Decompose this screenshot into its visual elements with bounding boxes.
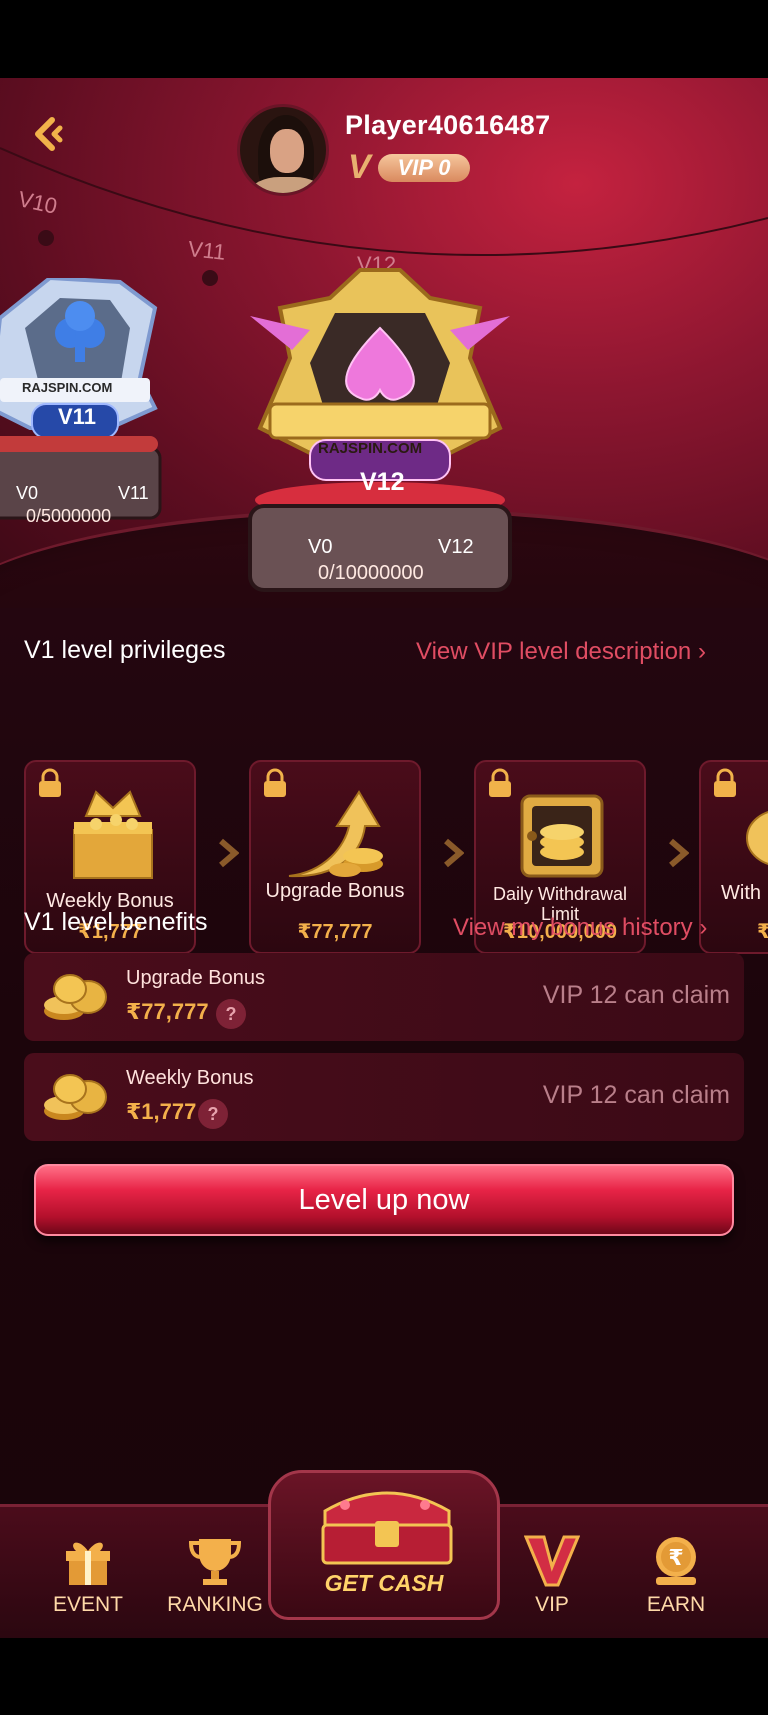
badge-v12-from: V0 <box>308 536 333 558</box>
privilege-label: Upgrade Bonus <box>265 880 405 902</box>
vip-v-icon <box>524 1535 580 1587</box>
gold-coins-icon <box>44 1074 107 1120</box>
chevron-right-icon <box>219 838 239 868</box>
help-icon[interactable]: ? <box>198 1099 228 1129</box>
rupee-coin-icon: ₹ <box>656 1537 696 1585</box>
treasure-chest-icon <box>321 1491 453 1565</box>
nav-earn-label: EARN <box>646 1593 706 1616</box>
privilege-value: ₹ <box>757 919 768 944</box>
privilege-card-upgrade-bonus[interactable]: Upgrade Bonus ₹77,777 <box>249 760 421 954</box>
upgrade-arrow-coins-icon <box>288 790 383 878</box>
benefits-title: V1 level benefits <box>24 908 208 936</box>
nav-earn[interactable]: ₹ EARN <box>616 1533 736 1633</box>
benefit-amount: ₹77,777 <box>126 999 209 1024</box>
benefit-name: Upgrade Bonus <box>126 967 265 989</box>
nav-ranking-label: RANKING <box>167 1593 263 1616</box>
track-dot-v11 <box>202 270 218 286</box>
badge-v12-progress: 0/10000000 <box>318 562 424 584</box>
badge-v11-brand: RAJSPIN.COM <box>22 380 113 395</box>
svg-text:₹: ₹ <box>668 1546 683 1571</box>
track-dot-v10 <box>38 230 54 246</box>
benefit-row-weekly-bonus: Weekly Bonus ₹1,777 ? VIP 12 can claim <box>24 1053 744 1141</box>
badge-v11-from: V0 <box>16 483 39 503</box>
vip-screen: Player40616487 V VIP 0 V10 V11 V12 RAJSP… <box>0 78 768 1638</box>
status-bar <box>0 0 768 78</box>
piggy-bank-icon <box>746 811 768 865</box>
chevron-right-icon: › <box>697 638 706 665</box>
benefit-row-upgrade-bonus: Upgrade Bonus ₹77,777 ? VIP 12 can claim <box>24 953 744 1041</box>
nav-vip-label: VIP <box>535 1593 569 1616</box>
benefit-name: Weekly Bonus <box>126 1067 254 1089</box>
vip-description-link[interactable]: View VIP level description › <box>416 638 706 666</box>
nav-ranking[interactable]: RANKING <box>155 1533 275 1633</box>
gift-box-crown-icon <box>73 790 153 879</box>
lock-icon <box>39 768 61 797</box>
safe-icon <box>520 794 604 878</box>
chevron-right-icon <box>669 838 689 868</box>
bonus-history-link[interactable]: View my bonus history › <box>453 914 707 942</box>
privilege-label: With <box>721 882 761 904</box>
nav-get-cash[interactable]: GET CASH <box>268 1470 500 1620</box>
privileges-title: V1 level privileges <box>24 636 226 664</box>
lock-icon <box>489 768 511 797</box>
system-nav-bar <box>0 1638 768 1715</box>
badge-v11-progress: 0/5000000 <box>26 506 112 526</box>
chevron-right-icon <box>444 838 464 868</box>
bonus-history-link-label: View my bonus history <box>453 914 693 941</box>
gift-icon <box>66 1542 110 1585</box>
badge-v11-to: V11 <box>118 483 149 503</box>
track-label-v11[interactable]: V11 <box>187 236 227 266</box>
privilege-value: ₹77,777 <box>297 921 373 943</box>
vip-description-link-label: View VIP level description <box>416 638 692 665</box>
badge-v12[interactable] <box>240 268 520 598</box>
benefit-amount: ₹1,777 <box>126 1099 197 1124</box>
nav-event-label: EVENT <box>52 1593 123 1616</box>
nav-event[interactable]: EVENT <box>28 1533 148 1633</box>
privilege-card-withdrawal[interactable]: With ₹ <box>699 760 768 954</box>
badge-v12-to: V12 <box>438 536 474 558</box>
trophy-icon <box>188 1539 242 1585</box>
lock-icon <box>714 768 736 797</box>
chevron-right-icon: › <box>699 914 708 941</box>
benefit-claim-status: VIP 12 can claim <box>542 1081 730 1109</box>
badge-v12-brand: RAJSPIN.COM <box>318 440 423 457</box>
player-name: Player40616487 <box>345 110 551 140</box>
nav-vip[interactable]: VIP <box>492 1533 612 1633</box>
badge-v12-level: V12 <box>360 468 405 496</box>
get-cash-label: GET CASH <box>324 1570 444 1596</box>
gold-coins-icon <box>44 974 107 1020</box>
level-up-button[interactable]: Level up now <box>34 1164 734 1236</box>
badge-v11-level: V11 <box>58 404 96 429</box>
help-icon[interactable]: ? <box>216 999 246 1029</box>
benefit-claim-status: VIP 12 can claim <box>542 981 730 1009</box>
